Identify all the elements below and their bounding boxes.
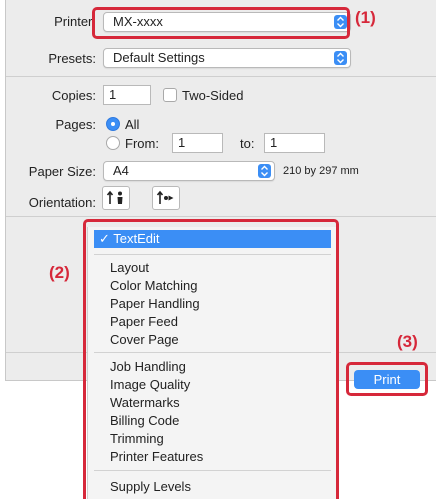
divider xyxy=(6,76,436,77)
highlight-print-button xyxy=(346,362,428,396)
divider xyxy=(6,216,436,217)
pages-from-radio[interactable] xyxy=(106,136,120,150)
two-sided-label: Two-Sided xyxy=(182,88,244,103)
pages-label: Pages: xyxy=(55,117,96,132)
popup-stepper-icon xyxy=(334,51,347,65)
two-sided-checkbox[interactable] xyxy=(163,88,177,102)
callout-3: (3) xyxy=(397,332,418,351)
highlight-printer xyxy=(92,7,350,39)
orientation-label: Orientation: xyxy=(28,195,96,210)
copies-field[interactable]: 1 xyxy=(103,85,151,105)
pages-to-label: to: xyxy=(240,136,255,151)
paper-dimensions: 210 by 297 mm xyxy=(283,165,359,177)
pages-all-label: All xyxy=(125,117,140,132)
callout-1: (1) xyxy=(355,8,376,27)
copies-label: Copies: xyxy=(51,88,96,103)
portrait-orientation-button[interactable] xyxy=(102,186,130,210)
presets-value: Default Settings xyxy=(113,50,205,65)
landscape-orientation-button[interactable] xyxy=(152,186,180,210)
portrait-icon xyxy=(106,190,123,204)
presets-label: Presets: xyxy=(48,51,96,66)
pages-from-label: From: xyxy=(125,136,159,151)
pages-from-field[interactable]: 1 xyxy=(172,133,223,153)
printer-label: Printer: xyxy=(54,14,96,29)
presets-popup[interactable]: Default Settings xyxy=(103,48,351,68)
highlight-menu xyxy=(83,219,339,499)
landscape-icon xyxy=(156,190,174,204)
pages-to-field[interactable]: 1 xyxy=(264,133,325,153)
paper-size-popup[interactable]: A4 xyxy=(103,161,275,181)
paper-size-label: Paper Size: xyxy=(28,164,96,179)
paper-size-value: A4 xyxy=(113,163,129,178)
pages-all-radio[interactable] xyxy=(106,117,120,131)
popup-stepper-icon xyxy=(258,164,271,178)
callout-2: (2) xyxy=(49,263,70,282)
